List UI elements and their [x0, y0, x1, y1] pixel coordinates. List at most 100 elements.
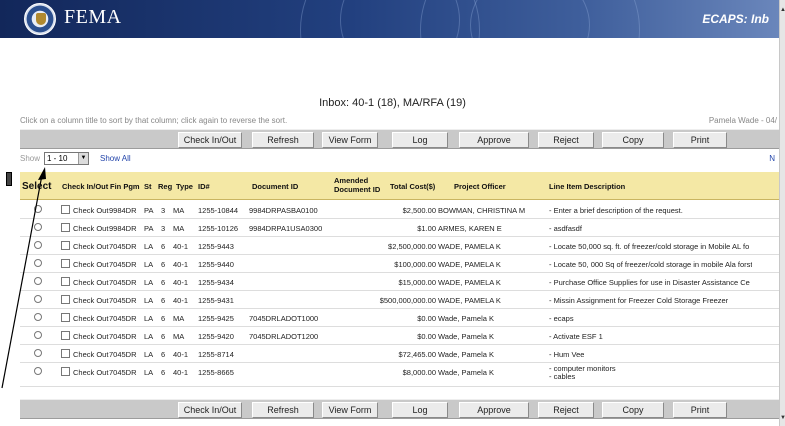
check-out-checkbox[interactable] [61, 241, 70, 250]
copy-button[interactable]: Copy [602, 132, 664, 148]
state-cell: PA [144, 206, 154, 215]
check-out-checkbox[interactable] [61, 223, 70, 232]
log-button[interactable]: Log [392, 402, 448, 418]
id-column-header[interactable]: ID# [198, 182, 210, 191]
amended-document-id-column-header[interactable]: Document ID [334, 185, 380, 194]
print-button[interactable]: Print [673, 132, 727, 148]
state-cell: LA [144, 314, 154, 323]
table-row[interactable]: Check Out 7045DR LA 6 40-1 1255-9440 $10… [20, 255, 779, 273]
total-cost-column-header[interactable]: Total Cost($) [390, 182, 435, 191]
view-form-button[interactable]: View Form [322, 132, 378, 148]
region-cell: 6 [161, 296, 166, 305]
check-in-out-button[interactable]: Check In/Out [178, 132, 242, 148]
table-row[interactable]: Check Out 7045DR LA 6 MA 1255-9420 7045D… [20, 327, 779, 345]
check-in-out-button[interactable]: Check In/Out [178, 402, 242, 418]
app-title: ECAPS: Inb [702, 12, 769, 26]
refresh-button[interactable]: Refresh [252, 132, 314, 148]
check-out-checkbox[interactable] [61, 367, 70, 376]
paging-row: Show 1 - 10 ▼ Show All N [20, 150, 779, 167]
action-toolbar-bottom: Check In/Out Refresh View Form Log Appro… [20, 399, 779, 419]
check-out-checkbox[interactable] [61, 205, 70, 214]
amended-column-header[interactable]: Amended [334, 176, 368, 185]
select-radio[interactable] [34, 313, 42, 321]
check-out-label: Check Out [73, 296, 109, 305]
check-out-checkbox[interactable] [61, 349, 70, 358]
table-row[interactable]: Check Out 7045DR LA 6 40-1 1255-9443 $2,… [20, 237, 779, 255]
refresh-button[interactable]: Refresh [252, 402, 314, 418]
select-radio[interactable] [34, 295, 42, 303]
check-out-checkbox[interactable] [61, 259, 70, 268]
id-cell: 1255-9420 [198, 332, 234, 341]
copy-button[interactable]: Copy [602, 402, 664, 418]
check-out-label: Check Out [73, 260, 109, 269]
fin-pgm-cell: 9984DR [109, 224, 137, 233]
project-officer-cell: Wade, Pamela K [438, 314, 494, 323]
table-row[interactable]: Check Out 9984DR PA 3 MA 1255-10844 9984… [20, 201, 779, 219]
print-button[interactable]: Print [673, 402, 727, 418]
type-cell: MA [173, 224, 185, 233]
check-out-checkbox[interactable] [61, 295, 70, 304]
region-column-header[interactable]: Reg [158, 182, 172, 191]
select-radio[interactable] [34, 205, 42, 213]
total-cost-cell: $8,000.00 [402, 368, 436, 377]
id-cell: 1255-9425 [198, 314, 234, 323]
table-row[interactable]: Check Out 7045DR LA 6 40-1 1255-8714 $72… [20, 345, 779, 363]
table-row[interactable]: Check Out 7045DR LA 6 40-1 1255-9434 $15… [20, 273, 779, 291]
line-item-description-column-header[interactable]: Line Item Description [549, 182, 625, 191]
reject-button[interactable]: Reject [538, 132, 594, 148]
page-scrollbar[interactable]: ▲ ▼ [779, 0, 785, 426]
project-officer-cell: Wade, Pamela K [438, 350, 494, 359]
view-form-button[interactable]: View Form [322, 402, 378, 418]
state-cell: LA [144, 260, 154, 269]
project-officer-cell: Wade, Pamela K [438, 368, 494, 377]
check-out-checkbox[interactable] [61, 313, 70, 322]
select-radio[interactable] [34, 223, 42, 231]
state-cell: LA [144, 350, 154, 359]
table-row[interactable]: Check Out 7045DR LA 6 40-1 1255-8665 $8,… [20, 363, 779, 387]
next-page-link[interactable]: N [769, 154, 775, 163]
log-button[interactable]: Log [392, 132, 448, 148]
type-cell: MA [173, 314, 185, 323]
document-id-column-header[interactable]: Document ID [252, 182, 298, 191]
reject-button[interactable]: Reject [538, 402, 594, 418]
scroll-up-icon[interactable]: ▲ [780, 6, 785, 14]
check-in-out-column-header[interactable]: Check In/Out [62, 182, 108, 191]
approve-button[interactable]: Approve [459, 132, 529, 148]
show-all-link[interactable]: Show All [100, 154, 131, 163]
total-cost-cell: $0.00 [417, 332, 436, 341]
page-range-select[interactable]: 1 - 10 ▼ [44, 152, 89, 165]
page-range-value: 1 - 10 [47, 154, 68, 163]
project-officer-cell: WADE, PAMELA K [438, 260, 501, 269]
id-cell: 1255-9440 [198, 260, 234, 269]
state-cell: LA [144, 332, 154, 341]
region-cell: 6 [161, 278, 166, 287]
check-out-label: Check Out [73, 224, 109, 233]
type-cell: 40-1 [173, 278, 189, 287]
state-cell: LA [144, 278, 154, 287]
select-column-header[interactable]: Select [22, 181, 51, 192]
line-item-description-cell: - Missin Assignment for Freezer Cold Sto… [549, 296, 729, 305]
table-row[interactable]: Check Out 9984DR PA 3 MA 1255-10126 9984… [20, 219, 779, 237]
select-radio[interactable] [34, 349, 42, 357]
select-radio[interactable] [34, 277, 42, 285]
table-row[interactable]: Check Out 7045DR LA 6 MA 1255-9425 7045D… [20, 309, 779, 327]
fin-pgm-column-header[interactable]: Fin Pgm [110, 182, 140, 191]
type-column-header[interactable]: Type [176, 182, 193, 191]
frame-resize-handle[interactable] [6, 172, 12, 186]
check-out-checkbox[interactable] [61, 277, 70, 286]
select-radio[interactable] [34, 259, 42, 267]
project-officer-cell: WADE, PAMELA K [438, 278, 501, 287]
state-column-header[interactable]: St [144, 182, 152, 191]
chevron-down-icon[interactable]: ▼ [78, 153, 88, 164]
line-item-description-cell: - ecaps [549, 314, 574, 323]
select-radio[interactable] [34, 241, 42, 249]
select-radio[interactable] [34, 331, 42, 339]
document-id-cell: 9984DRPASBA0100 [249, 206, 318, 215]
total-cost-cell: $100,000.00 [394, 260, 436, 269]
approve-button[interactable]: Approve [459, 402, 529, 418]
check-out-checkbox[interactable] [61, 331, 70, 340]
table-row[interactable]: Check Out 7045DR LA 6 40-1 1255-9431 $50… [20, 291, 779, 309]
select-radio[interactable] [34, 367, 42, 375]
scroll-down-icon[interactable]: ▼ [780, 414, 785, 422]
project-officer-column-header[interactable]: Project Officer [454, 182, 506, 191]
